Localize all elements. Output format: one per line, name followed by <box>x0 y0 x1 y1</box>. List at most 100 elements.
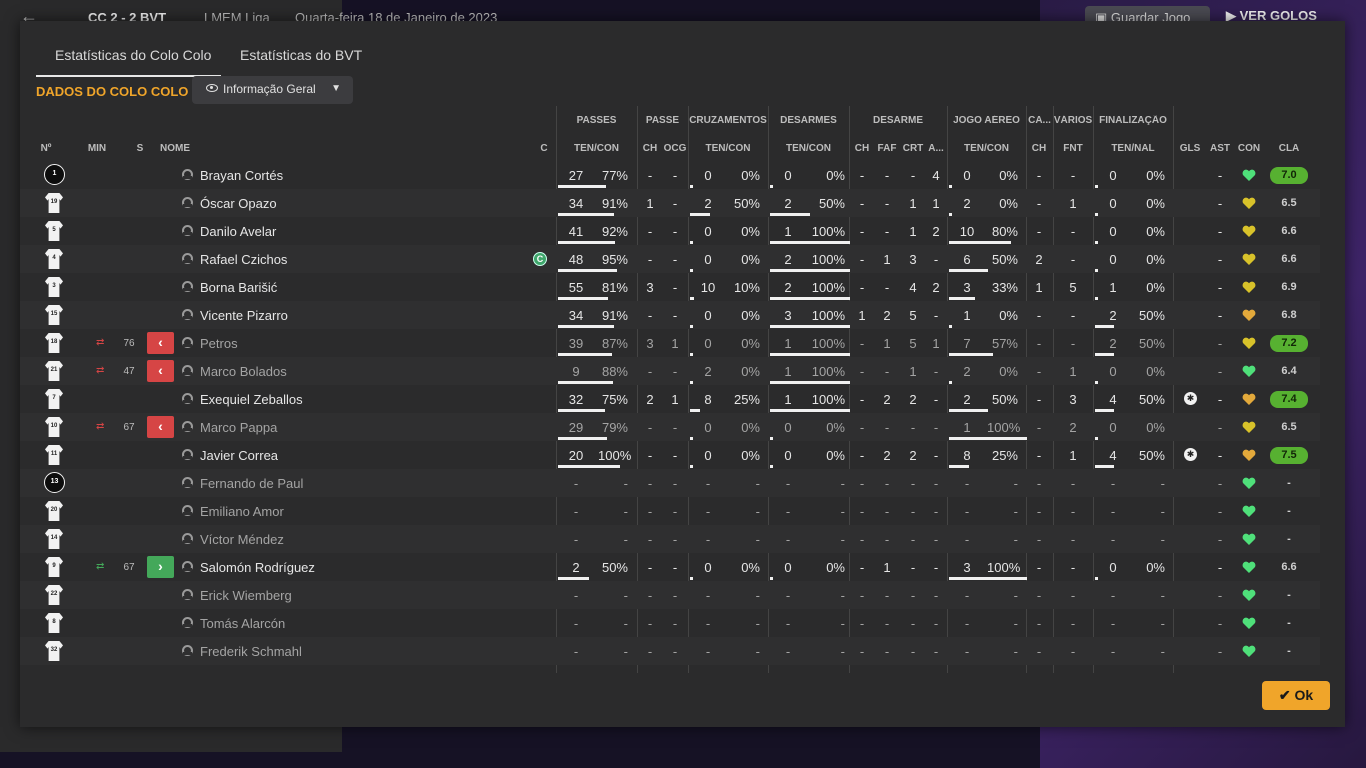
table-row[interactable]: 1 Brayan Cortés 27 77% - -0 0% 0 0% - - -4 0 0% - -0 0% -… <box>20 161 1320 189</box>
table-row[interactable]: 7 Exequiel Zeballos 32 75% 2 1 8 25% 1 100% -2 2-2 5… <box>20 385 1320 413</box>
player-profile-icon[interactable] <box>182 617 193 628</box>
ca-ch: 2 <box>1035 252 1043 267</box>
player-profile-icon[interactable] <box>182 309 193 320</box>
player-profile-icon[interactable] <box>182 337 193 348</box>
shots-pct: - <box>1160 532 1165 547</box>
table-row[interactable]: 19 Óscar Opazo 34 91% 1-2 50% 2 50% - -1 1 2 0% -1 0 0%… <box>20 189 1320 217</box>
key-passes: - <box>647 448 653 463</box>
col-header-captain[interactable]: C <box>537 143 551 154</box>
col-header-rating[interactable]: CLA <box>1270 143 1308 154</box>
fouls: - <box>884 420 890 435</box>
assists: - <box>1217 364 1223 379</box>
morale-heart-icon <box>1242 225 1256 238</box>
col-header-tackles-att-com[interactable]: TEN/CON <box>768 143 849 154</box>
player-profile-icon[interactable] <box>182 421 193 432</box>
fouls: - <box>884 616 890 631</box>
player-profile-icon[interactable] <box>182 589 193 600</box>
player-profile-icon[interactable] <box>182 561 193 572</box>
col-header-morale[interactable]: CON <box>1236 143 1262 154</box>
col-header-crosses-att-com[interactable]: TEN/CON <box>688 143 768 154</box>
table-row[interactable]: 14 Víctor Méndez - - - - - - - - - - - - - - - - - - - - <box>20 525 1320 553</box>
col-header-key-passes[interactable]: CH <box>640 143 660 154</box>
player-profile-icon[interactable] <box>182 169 193 180</box>
tackles-pct: 100% <box>811 280 845 295</box>
col-header-tackle-ch[interactable]: CH <box>852 143 872 154</box>
aerials-bar <box>949 241 1011 244</box>
table-row[interactable]: 22 Erick Wiemberg - - - - - - - - - - - - - - - - - - - - <box>20 581 1320 609</box>
sub-off-icon[interactable]: ‹ <box>147 416 174 438</box>
misc-fnt: - <box>1070 476 1076 491</box>
match-rating: - <box>1287 533 1291 545</box>
stat-a: 1 <box>932 336 940 351</box>
table-row[interactable]: 3 Borna Barišić 55 81% 3-10 10% 2 100% - -4 2 3 33% 1… <box>20 273 1320 301</box>
table-row[interactable]: 20 Emiliano Amor - - - - - - - - - - - - - - - - - - - - <box>20 497 1320 525</box>
col-header-sub[interactable]: S <box>132 143 148 154</box>
stat-a: - <box>933 364 939 379</box>
table-row[interactable]: 15 Vicente Pizarro 34 91% - - 0 0% 3 100% 1 2 5 - 1 0% -… <box>20 301 1320 329</box>
player-profile-icon[interactable] <box>182 197 193 208</box>
tackle-ch: - <box>859 392 865 407</box>
key-passes: - <box>647 504 653 519</box>
col-header-goals[interactable]: GLS <box>1178 143 1202 154</box>
group-header-pass: PASSE <box>645 115 680 126</box>
ok-button[interactable]: ✔ Ok <box>1262 681 1330 710</box>
fouls: - <box>884 644 890 659</box>
shots-bar <box>1095 353 1114 356</box>
player-profile-icon[interactable] <box>182 365 193 376</box>
col-header-passes-att-com[interactable]: TEN/CON <box>556 143 637 154</box>
crosses-pct: 10% <box>733 280 760 295</box>
col-header-number[interactable]: Nº <box>36 143 56 154</box>
interceptions: - <box>910 644 916 659</box>
player-profile-icon[interactable] <box>182 645 193 656</box>
chances-created: 1 <box>671 392 679 407</box>
table-row[interactable]: 18 ⇄ 76 ‹ Petros 39 87% 3 1 0 0% 1 100% -1 5 1 7 57% - -2 50… <box>20 329 1320 357</box>
passes-pct: 81% <box>601 280 628 295</box>
col-header-shots-att-on[interactable]: TEN/NAL <box>1093 143 1173 154</box>
view-dropdown[interactable]: Informação Geral ▼ <box>192 76 353 104</box>
tackles-pct: 100% <box>811 336 845 351</box>
tackle-ch: - <box>859 532 865 547</box>
tackle-ch: - <box>859 252 865 267</box>
player-profile-icon[interactable] <box>182 449 193 460</box>
sub-on-icon[interactable]: › <box>147 556 174 578</box>
table-row[interactable]: 11 Javier Correa 20 100% - -0 0% 0 0% -2 2-8 25% -1 4… <box>20 441 1320 469</box>
table-row[interactable]: 13 Fernando de Paul - - - - - - - - - - - - - - - - - - - - <box>20 469 1320 497</box>
misc-fnt: - <box>1070 168 1076 183</box>
player-profile-icon[interactable] <box>182 393 193 404</box>
player-profile-icon[interactable] <box>182 253 193 264</box>
table-row[interactable]: 32 Frederik Schmahl - - - - - - - - - - - - - - - - - - - - <box>20 637 1320 665</box>
stat-a: - <box>933 532 939 547</box>
shots-bar <box>1095 241 1098 244</box>
tab-colo-colo-stats[interactable]: Estatísticas do Colo Colo <box>36 39 221 77</box>
table-row[interactable]: 4 Rafael Czichos C 48 95% - -0 0% 2 100% -1 3-6 50% 2… <box>20 245 1320 273</box>
table-row[interactable]: 8 Tomás Alarcón - - - - - - - - - - - - - - - - - - - - <box>20 609 1320 637</box>
player-profile-icon[interactable] <box>182 225 193 236</box>
player-profile-icon[interactable] <box>182 533 193 544</box>
col-header-name[interactable]: NOME <box>160 143 190 154</box>
chances-created: - <box>672 476 678 491</box>
col-header-interceptions[interactable]: CRT <box>901 143 925 154</box>
col-header-chances[interactable]: OCG <box>663 143 687 154</box>
col-header-ca-ch[interactable]: CH <box>1028 143 1050 154</box>
table-row[interactable]: 21 ⇄ 47 ‹ Marco Bolados 9 88% - -2 0% 1 100% - -1-2 0%… <box>20 357 1320 385</box>
tab-bvt-stats[interactable]: Estatísticas do BVT <box>221 39 391 77</box>
sub-off-icon[interactable]: ‹ <box>147 360 174 382</box>
passes-pct: 91% <box>601 196 628 211</box>
shirt-icon: 14 <box>45 529 63 549</box>
sub-off-icon[interactable]: ‹ <box>147 332 174 354</box>
table-row[interactable]: 5 Danilo Avelar 41 92% - -0 0% 1 100% - -1 2 10 80% - -… <box>20 217 1320 245</box>
col-header-minutes[interactable]: MIN <box>84 143 110 154</box>
shots-bar <box>1095 185 1098 188</box>
table-row[interactable]: 10 ⇄ 67 ‹ Marco Pappa 29 79% - -0 0% 0 0% - - - -1 100% -… <box>20 413 1320 441</box>
col-header-aerial-att-com[interactable]: TEN/CON <box>947 143 1026 154</box>
player-profile-icon[interactable] <box>182 281 193 292</box>
col-header-a[interactable]: A... <box>926 143 946 154</box>
player-profile-icon[interactable] <box>182 477 193 488</box>
table-row[interactable]: 9 ⇄ 67 › Salomón Rodríguez 2 50% - -0 0% 0 0% -1- -3 1… <box>20 553 1320 581</box>
col-header-fouls[interactable]: FAF <box>875 143 899 154</box>
col-header-assists[interactable]: AST <box>1208 143 1232 154</box>
misc-fnt: - <box>1070 308 1076 323</box>
player-profile-icon[interactable] <box>182 505 193 516</box>
match-rating: - <box>1287 505 1291 517</box>
col-header-fnt[interactable]: FNT <box>1058 143 1088 154</box>
